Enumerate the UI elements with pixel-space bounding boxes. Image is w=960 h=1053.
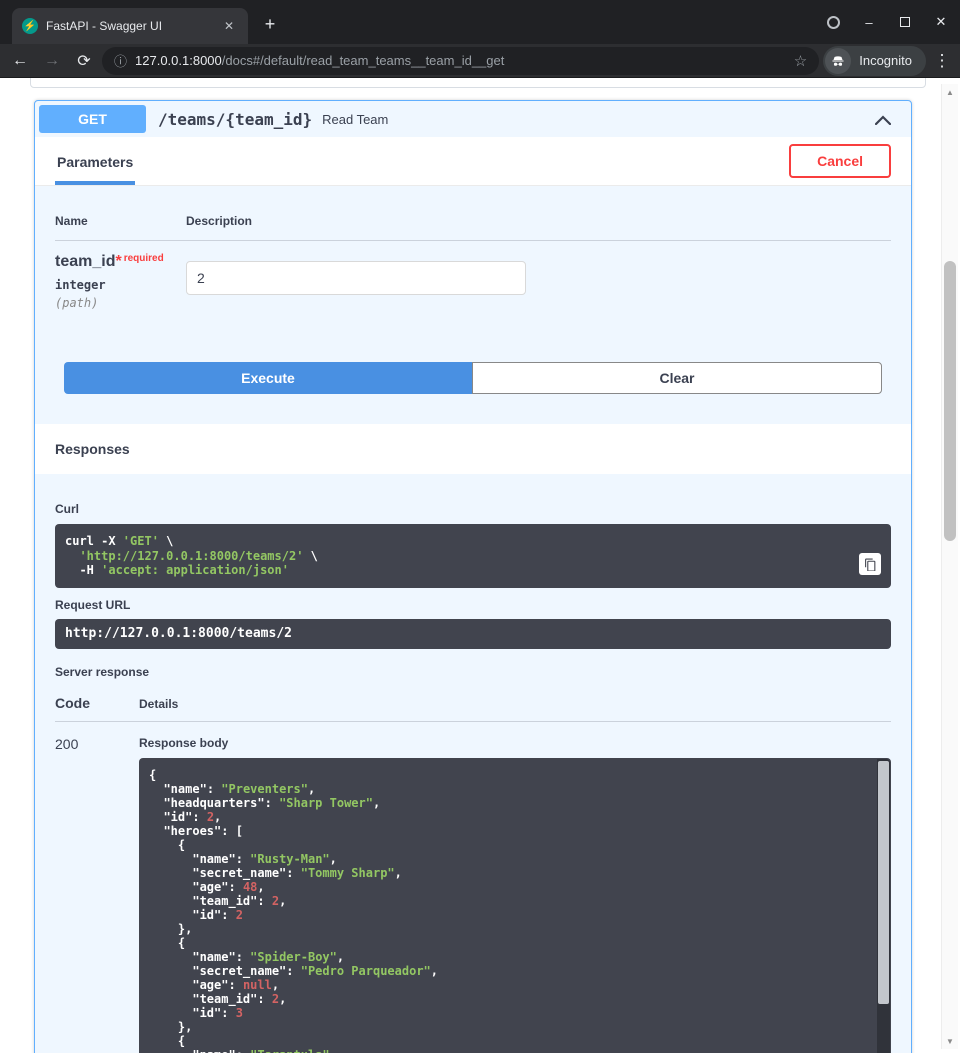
response-row: 200 Response body { "name": "Preventers"… [55,736,891,1053]
previous-section-edge [30,78,926,88]
parameter-location: (path) [55,292,186,310]
forward-button-icon: → [38,47,66,75]
responses-section: Curl curl -X 'GET' \ 'http://127.0.0.1:8… [35,474,911,1053]
browser-titlebar: ⚡ FastAPI - Swagger UI ✕ + – ✕ [0,0,960,44]
reload-button-icon[interactable]: ⟳ [70,47,98,75]
team-id-input[interactable] [186,261,526,295]
opblock-get-read-team: GET /teams/{team_id} Read Team Parameter… [34,100,912,1053]
minimize-button[interactable]: – [858,11,880,33]
parameters-table-header: Name Description [55,214,891,241]
response-body-json: { "name": "Preventers", "headquarters": … [149,768,881,1053]
copy-to-clipboard-icon[interactable] [859,553,881,575]
browser-tab[interactable]: ⚡ FastAPI - Swagger UI ✕ [12,8,248,44]
page-info-icon[interactable]: ⓘ [114,51,127,70]
incognito-label: Incognito [859,53,912,68]
operation-description: Read Team [322,112,388,127]
response-body-scrollbar-thumb[interactable] [878,761,889,1004]
browser-menu-icon[interactable]: ⋮ [930,51,954,71]
page-scrollbar[interactable]: ▲ ▼ [941,84,958,1049]
column-name-header: Name [55,214,186,228]
required-star: * [115,253,121,270]
request-url-label: Request URL [55,598,891,612]
execute-row: Execute Clear [64,362,882,394]
bookmark-star-icon[interactable]: ☆ [794,52,807,70]
curl-code-block: curl -X 'GET' \ 'http://127.0.0.1:8000/t… [55,524,891,588]
operation-summary[interactable]: GET /teams/{team_id} Read Team [35,101,911,137]
execute-button[interactable]: Execute [64,362,472,394]
url-host: 127.0.0.1:8000 [135,53,222,68]
window-badge-icon[interactable] [822,11,844,33]
code-details-header: Code Details [55,695,891,722]
parameter-row: team_id*required integer (path) [55,241,891,310]
url-text: 127.0.0.1:8000/docs#/default/read_team_t… [135,53,786,68]
tab-close-icon[interactable]: ✕ [220,17,238,35]
column-description-header: Description [186,214,891,228]
curl-command: curl -X 'GET' \ 'http://127.0.0.1:8000/t… [65,534,881,578]
parameter-name: team_id*required [55,253,186,271]
new-tab-button[interactable]: + [256,10,284,38]
request-url-value: http://127.0.0.1:8000/teams/2 [55,619,891,649]
server-response-label: Server response [55,665,891,679]
column-details-header: Details [139,697,178,711]
response-body-block: { "name": "Preventers", "headquarters": … [139,758,891,1053]
clear-button[interactable]: Clear [472,362,882,394]
curl-label: Curl [55,502,891,516]
close-button[interactable]: ✕ [930,11,952,33]
scroll-up-icon[interactable]: ▲ [942,84,958,100]
maximize-button[interactable] [894,11,916,33]
back-button-icon[interactable]: ← [6,47,34,75]
method-badge: GET [39,105,146,133]
parameter-value-cell [186,253,891,310]
parameters-section: Name Description team_id*required intege… [35,186,911,424]
page-scrollbar-thumb[interactable] [944,261,956,541]
tab-title: FastAPI - Swagger UI [46,19,212,33]
incognito-icon [825,48,851,74]
responses-heading: Responses [35,424,911,474]
address-bar[interactable]: ⓘ 127.0.0.1:8000/docs#/default/read_team… [102,47,819,75]
parameter-name-cell: team_id*required integer (path) [55,253,186,310]
operation-path: /teams/{team_id} [146,110,322,129]
scroll-down-icon[interactable]: ▼ [942,1033,958,1049]
required-label: required [124,253,164,264]
window-controls: – ✕ [822,0,952,44]
parameter-type: integer [55,271,186,292]
page-content: GET /teams/{team_id} Read Team Parameter… [0,78,960,1053]
collapse-chevron-icon[interactable] [875,108,907,130]
url-path: /docs#/default/read_team_teams__team_id_… [222,53,505,68]
column-code-header: Code [55,695,139,711]
response-body-label: Response body [139,736,891,750]
incognito-badge: Incognito [823,46,926,76]
response-details-cell: Response body { "name": "Preventers", "h… [139,736,891,1053]
parameters-tab-bar: Parameters Cancel [35,137,911,186]
cancel-button[interactable]: Cancel [789,144,891,178]
status-code: 200 [55,736,139,1053]
tab-parameters: Parameters [55,137,135,185]
browser-toolbar: ← → ⟳ ⓘ 127.0.0.1:8000/docs#/default/rea… [0,44,960,78]
fastapi-favicon-icon: ⚡ [22,18,38,34]
